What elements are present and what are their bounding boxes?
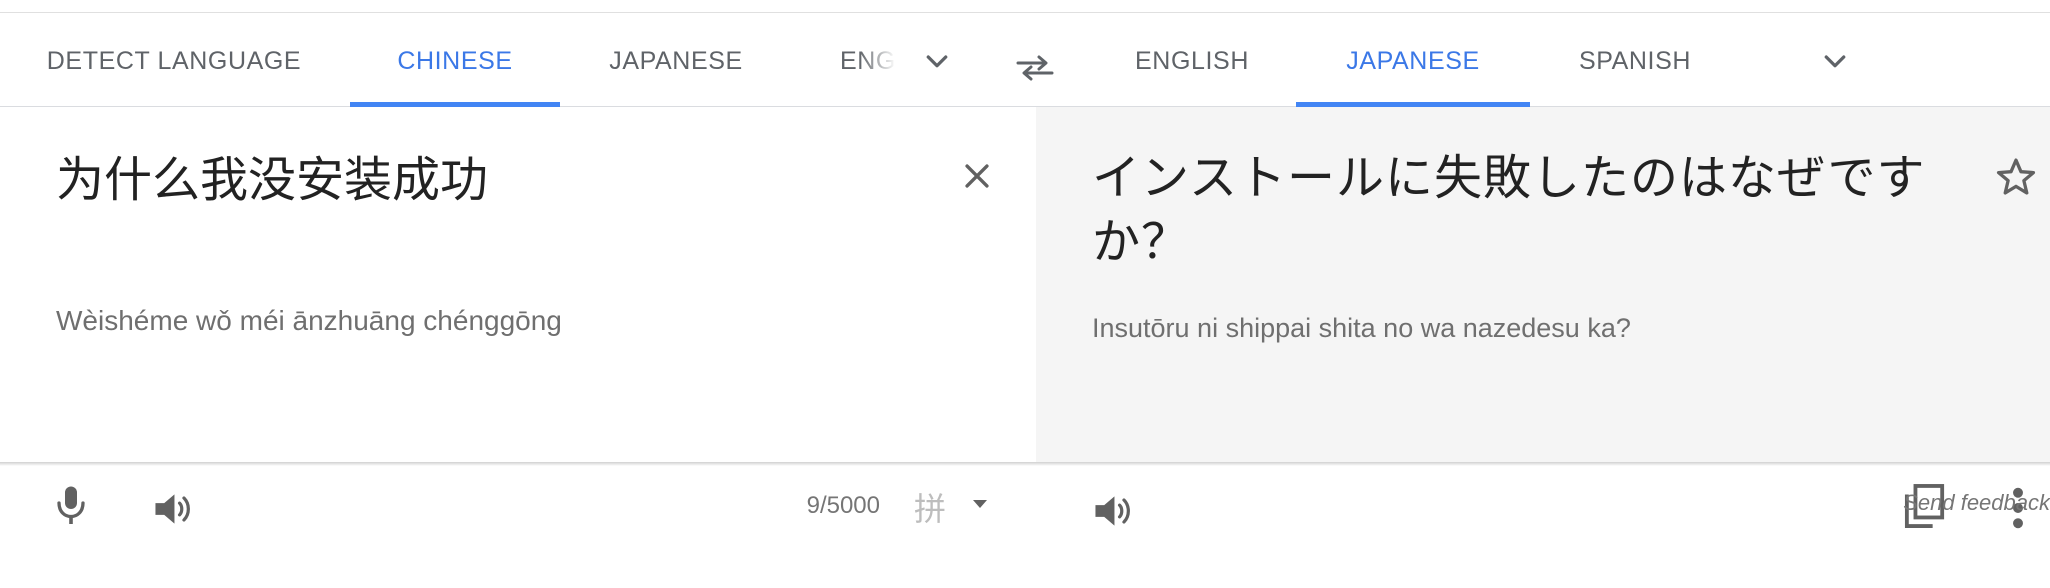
speaker-icon[interactable] — [152, 490, 194, 528]
tab-source-japanese[interactable]: JAPANESE — [590, 13, 762, 106]
send-feedback-link[interactable]: Send feedback — [1903, 490, 2050, 516]
target-panel: インストールに失敗したのはなぜですか？ Insutōru ni shippai … — [1036, 107, 2050, 529]
caret-down-icon[interactable] — [972, 499, 988, 509]
translate-page: DETECT LANGUAGE CHINESE JAPANESE ENG ENG… — [0, 0, 2050, 588]
translated-text: インストールに失敗したのはなぜですか？ — [1092, 152, 1926, 269]
ime-pinyin-button[interactable]: 拼 — [914, 484, 946, 530]
panel-shadow — [0, 462, 2050, 466]
speaker-icon[interactable] — [1092, 492, 1134, 530]
star-icon[interactable] — [1994, 155, 2038, 199]
tab-source-english[interactable]: ENG — [840, 13, 896, 106]
tab-target-english[interactable]: ENGLISH — [1112, 13, 1272, 106]
tab-detect-language[interactable]: DETECT LANGUAGE — [28, 13, 320, 106]
source-panel: 为什么我没安装成功 Wèishéme wǒ méi ānzhuāng chéng… — [0, 107, 1036, 527]
source-text-input[interactable]: 为什么我没安装成功 — [56, 149, 916, 213]
tab-target-spanish[interactable]: SPANISH — [1560, 13, 1710, 106]
swap-languages-icon[interactable] — [1015, 53, 1055, 83]
tab-source-chinese[interactable]: CHINESE — [350, 13, 560, 107]
target-more-languages-chevron-down-icon[interactable] — [1820, 47, 1850, 77]
source-romanization: Wèishéme wǒ méi ānzhuāng chénggōng — [56, 305, 562, 336]
microphone-icon[interactable] — [53, 485, 89, 527]
character-count: 9/5000 — [806, 492, 880, 519]
target-romanization: Insutōru ni shippai shita no wa nazedesu… — [1092, 313, 1631, 343]
source-more-languages-chevron-down-icon[interactable] — [922, 47, 952, 77]
language-bar: DETECT LANGUAGE CHINESE JAPANESE ENG ENG… — [0, 13, 2050, 107]
tab-target-japanese[interactable]: JAPANESE — [1296, 13, 1530, 107]
close-icon[interactable] — [960, 159, 994, 193]
